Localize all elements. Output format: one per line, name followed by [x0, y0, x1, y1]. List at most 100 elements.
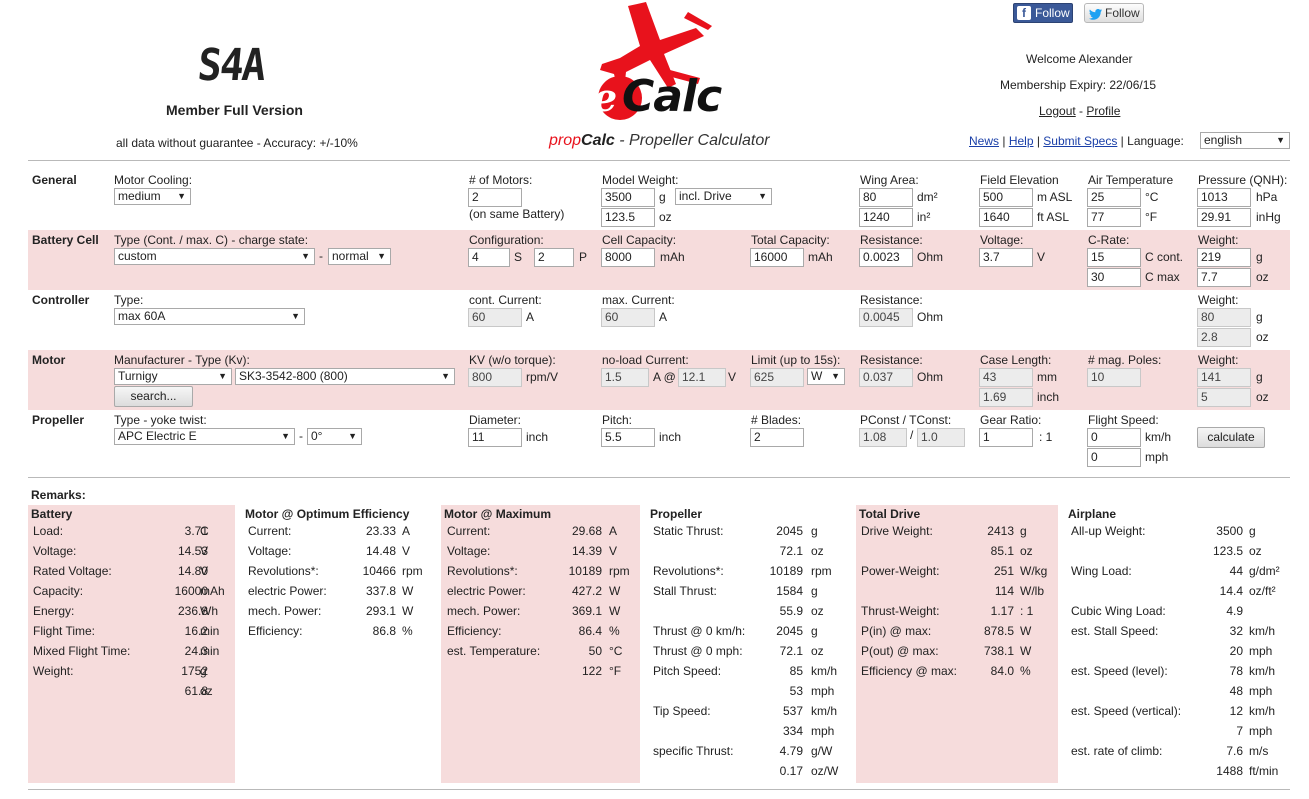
pressure-inhg-input[interactable]: 29.91 — [1197, 208, 1251, 227]
result-value: 293.1 — [365, 604, 396, 618]
result-label: Pitch Speed: — [653, 664, 722, 678]
battery-resistance-input[interactable]: 0.0023 — [859, 248, 913, 267]
config-p-input[interactable]: 2 — [534, 248, 574, 267]
profile-link[interactable]: Profile — [1086, 104, 1120, 118]
twitter-follow-label: Follow — [1105, 6, 1140, 20]
twitter-follow-button[interactable]: Follow — [1084, 3, 1144, 23]
motor-cooling-select[interactable]: medium ▼ — [114, 188, 191, 205]
battery-type-select[interactable]: custom ▼ — [114, 248, 315, 265]
mag-poles-label: # mag. Poles: — [1088, 353, 1162, 367]
pressure-hpa-input[interactable]: 1013 — [1197, 188, 1251, 207]
num-motors-label: # of Motors: — [469, 173, 533, 187]
submit-specs-link[interactable]: Submit Specs — [1043, 134, 1117, 148]
motor-search-button[interactable]: search... — [114, 386, 193, 407]
facebook-follow-button[interactable]: f Follow — [1013, 3, 1073, 23]
result-label: Mixed Flight Time: — [33, 644, 131, 658]
result-unit: A — [402, 524, 411, 538]
result-value: 7.6 — [1226, 744, 1243, 758]
c-max-input[interactable]: 30 — [1087, 268, 1141, 287]
diameter-input[interactable]: 11 — [468, 428, 522, 447]
result-value: 427.2 — [571, 584, 602, 598]
result-unit: : 1 — [1020, 604, 1034, 618]
result-unit: mph — [1249, 724, 1273, 738]
battery-voltage-input[interactable]: 3.7 — [979, 248, 1033, 267]
opt-eff-results-title: Motor @ Optimum Efficiency — [245, 507, 410, 521]
case-length-label: Case Length: — [980, 353, 1052, 367]
result-value: 4.79 — [779, 744, 803, 758]
unit-inch: inch — [1037, 390, 1060, 404]
kv-field: 800 — [468, 368, 522, 387]
controller-type-label: Type: — [114, 293, 144, 307]
field-elevation-m-input[interactable]: 500 — [979, 188, 1033, 207]
result-value: 78 — [1229, 664, 1243, 678]
nav-links: News | Help | Submit Specs | Language: — [969, 134, 1184, 148]
air-temp-f-input[interactable]: 77 — [1087, 208, 1141, 227]
controller-type-select[interactable]: max 60A ▼ — [114, 308, 305, 325]
result-value: 369.1 — [571, 604, 602, 618]
logout-link[interactable]: Logout — [1039, 104, 1076, 118]
result-value: 55.9 — [779, 604, 803, 618]
incl-drive-select[interactable]: incl. Drive ▼ — [675, 188, 772, 205]
gear-ratio-input[interactable]: 1 — [979, 428, 1033, 447]
battery-weight-oz-input[interactable]: 7.7 — [1197, 268, 1251, 287]
calculate-button[interactable]: calculate — [1197, 427, 1265, 448]
help-link[interactable]: Help — [1009, 134, 1034, 148]
blades-input[interactable]: 2 — [750, 428, 804, 447]
welcome-text: Welcome Alexander — [1026, 52, 1133, 66]
result-unit: oz — [1249, 544, 1262, 558]
result-unit: rpm — [811, 564, 832, 578]
total-capacity-input[interactable]: 16000 — [750, 248, 804, 267]
result-unit: W — [402, 604, 414, 618]
limit-unit-select[interactable]: W ▼ — [807, 368, 845, 385]
news-link[interactable]: News — [969, 134, 999, 148]
propeller-type-select[interactable]: APC Electric E ▼ — [114, 428, 295, 445]
case-length-inch-field: 1.69 — [979, 388, 1033, 407]
result-unit: km/h — [811, 664, 838, 678]
result-unit: V — [609, 544, 618, 558]
result-unit: mph — [811, 724, 835, 738]
model-weight-g-input[interactable]: 3500 — [601, 188, 655, 207]
total-drive-results-title: Total Drive — [859, 507, 921, 521]
s4a-logo: S4A — [195, 40, 278, 91]
result-unit: km/h — [1249, 624, 1276, 638]
accuracy-disclaimer: all data without guarantee - Accuracy: +… — [116, 136, 358, 150]
yoke-twist-select[interactable]: 0° ▼ — [307, 428, 362, 445]
unit-ohm: Ohm — [917, 310, 944, 324]
unit-celsius: °C — [1145, 190, 1159, 204]
result-label: Energy: — [33, 604, 75, 618]
pconst-slash: / — [910, 428, 914, 442]
propeller-type-value: APC Electric E — [118, 429, 197, 443]
c-cont-input[interactable]: 15 — [1087, 248, 1141, 267]
model-weight-oz-input[interactable]: 123.5 — [601, 208, 655, 227]
config-s-input[interactable]: 4 — [468, 248, 510, 267]
charge-state-select[interactable]: normal ▼ — [328, 248, 391, 265]
flight-speed-kmh-input[interactable]: 0 — [1087, 428, 1141, 447]
language-select[interactable]: english ▼ — [1200, 132, 1290, 149]
battery-weight-g-input[interactable]: 219 — [1197, 248, 1251, 267]
motor-manufacturer-select[interactable]: Turnigy ▼ — [114, 368, 232, 385]
num-motors-input[interactable]: 2 — [468, 188, 522, 207]
result-unit: g/dm² — [1249, 564, 1280, 578]
battery-weight-label: Weight: — [1198, 233, 1239, 247]
result-unit: oz — [1020, 544, 1033, 558]
result-value: 20 — [1229, 644, 1243, 658]
pitch-input[interactable]: 5.5 — [601, 428, 655, 447]
motor-type-value: SK3-3542-800 (800) — [239, 369, 348, 383]
air-temp-c-input[interactable]: 25 — [1087, 188, 1141, 207]
field-elevation-ft-input[interactable]: 1640 — [979, 208, 1033, 227]
result-value: 334 — [782, 724, 803, 738]
cell-capacity-input[interactable]: 8000 — [601, 248, 655, 267]
propeller-results-title: Propeller — [650, 507, 703, 521]
model-weight-label: Model Weight: — [602, 173, 679, 187]
general-title: General — [32, 173, 77, 187]
unit-dm2: dm² — [917, 190, 938, 204]
chevron-down-icon: ▼ — [177, 191, 186, 201]
result-value: 14.4 — [1219, 584, 1243, 598]
motor-type-select[interactable]: SK3-3542-800 (800) ▼ — [235, 368, 455, 385]
wing-area-dm2-input[interactable]: 80 — [859, 188, 913, 207]
result-value: 10189 — [568, 564, 602, 578]
s4a-logo-text: S4A — [195, 40, 267, 91]
chevron-down-icon: ▼ — [281, 431, 290, 441]
wing-area-in2-input[interactable]: 1240 — [859, 208, 913, 227]
flight-speed-mph-input[interactable]: 0 — [1087, 448, 1141, 467]
